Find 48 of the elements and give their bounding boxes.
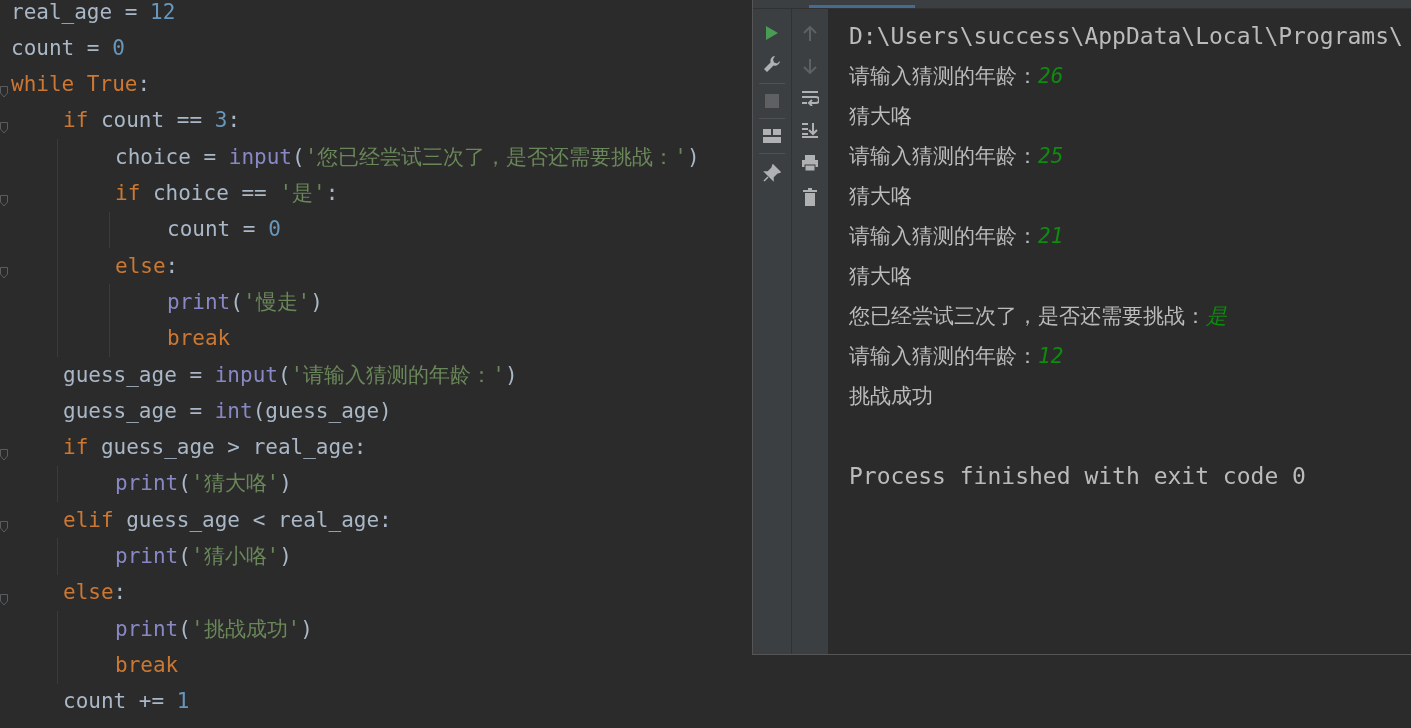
print-icon[interactable] [801, 154, 819, 172]
code-line: break [167, 326, 231, 352]
console-line: 猜大咯 [849, 103, 912, 130]
fold-marker-icon[interactable] [0, 122, 8, 135]
trash-icon[interactable] [803, 188, 817, 206]
code-line: elif guess_age < real_age: [63, 507, 392, 533]
console-line: 请输入猜测的年龄：26 [849, 63, 1064, 90]
console-line: Process finished with exit code 0 [849, 462, 1306, 491]
code-line: print('猜小咯') [115, 544, 292, 570]
run-icon[interactable] [765, 25, 779, 41]
console-line: 猜大咯 [849, 263, 912, 290]
code-line: count += 1 [63, 689, 190, 715]
console-line: D:\Users\success\AppData\Local\Programs\ [849, 22, 1403, 51]
console-line: 请输入猜测的年龄：12 [849, 343, 1064, 370]
fold-marker-icon[interactable] [0, 85, 8, 98]
soft-wrap-icon[interactable] [801, 90, 819, 106]
code-line: print('慢走') [167, 289, 323, 316]
code-line: count = 0 [167, 217, 281, 243]
console-line: 挑战成功 [849, 383, 933, 410]
code-line: count = 0 [11, 35, 125, 62]
fold-marker-icon[interactable] [0, 521, 8, 534]
scroll-to-end-icon[interactable] [801, 122, 819, 138]
code-line: break [115, 652, 179, 679]
pin-icon[interactable] [763, 164, 781, 182]
code-line: if guess_age > real_age: [63, 435, 367, 461]
layout-icon[interactable] [763, 129, 781, 143]
code-line: if count == 3: [63, 108, 241, 134]
fold-marker-icon[interactable] [0, 267, 8, 280]
code-line: guess_age = input('请输入猜测的年龄：') [63, 362, 518, 388]
code-line: print('猜大咯') [115, 471, 292, 497]
fold-marker-icon[interactable] [0, 194, 8, 207]
fold-marker-icon[interactable] [0, 448, 8, 461]
code-line: print('挑战成功') [115, 616, 313, 642]
code-line: guess_age = int(guess_age) [63, 398, 392, 424]
console-line: 请输入猜测的年龄：21 [849, 223, 1064, 250]
down-arrow-icon[interactable] [803, 58, 817, 74]
code-line: real_age = 12 [11, 0, 176, 25]
wrench-icon[interactable] [763, 55, 781, 73]
code-line: else: [115, 253, 179, 279]
console-line: 您已经尝试三次了，是否还需要挑战：是 [849, 303, 1227, 330]
fold-marker-icon[interactable] [0, 593, 8, 606]
up-arrow-icon[interactable] [803, 26, 817, 42]
code-line: if choice == '是': [115, 181, 339, 207]
console-line: 猜大咯 [849, 183, 912, 210]
code-line: else: [63, 580, 127, 606]
console-line: 请输入猜测的年龄：25 [849, 143, 1064, 170]
code-line: choice = input('您已经尝试三次了，是否还需要挑战：') [115, 144, 700, 170]
code-line: while True: [11, 72, 151, 98]
